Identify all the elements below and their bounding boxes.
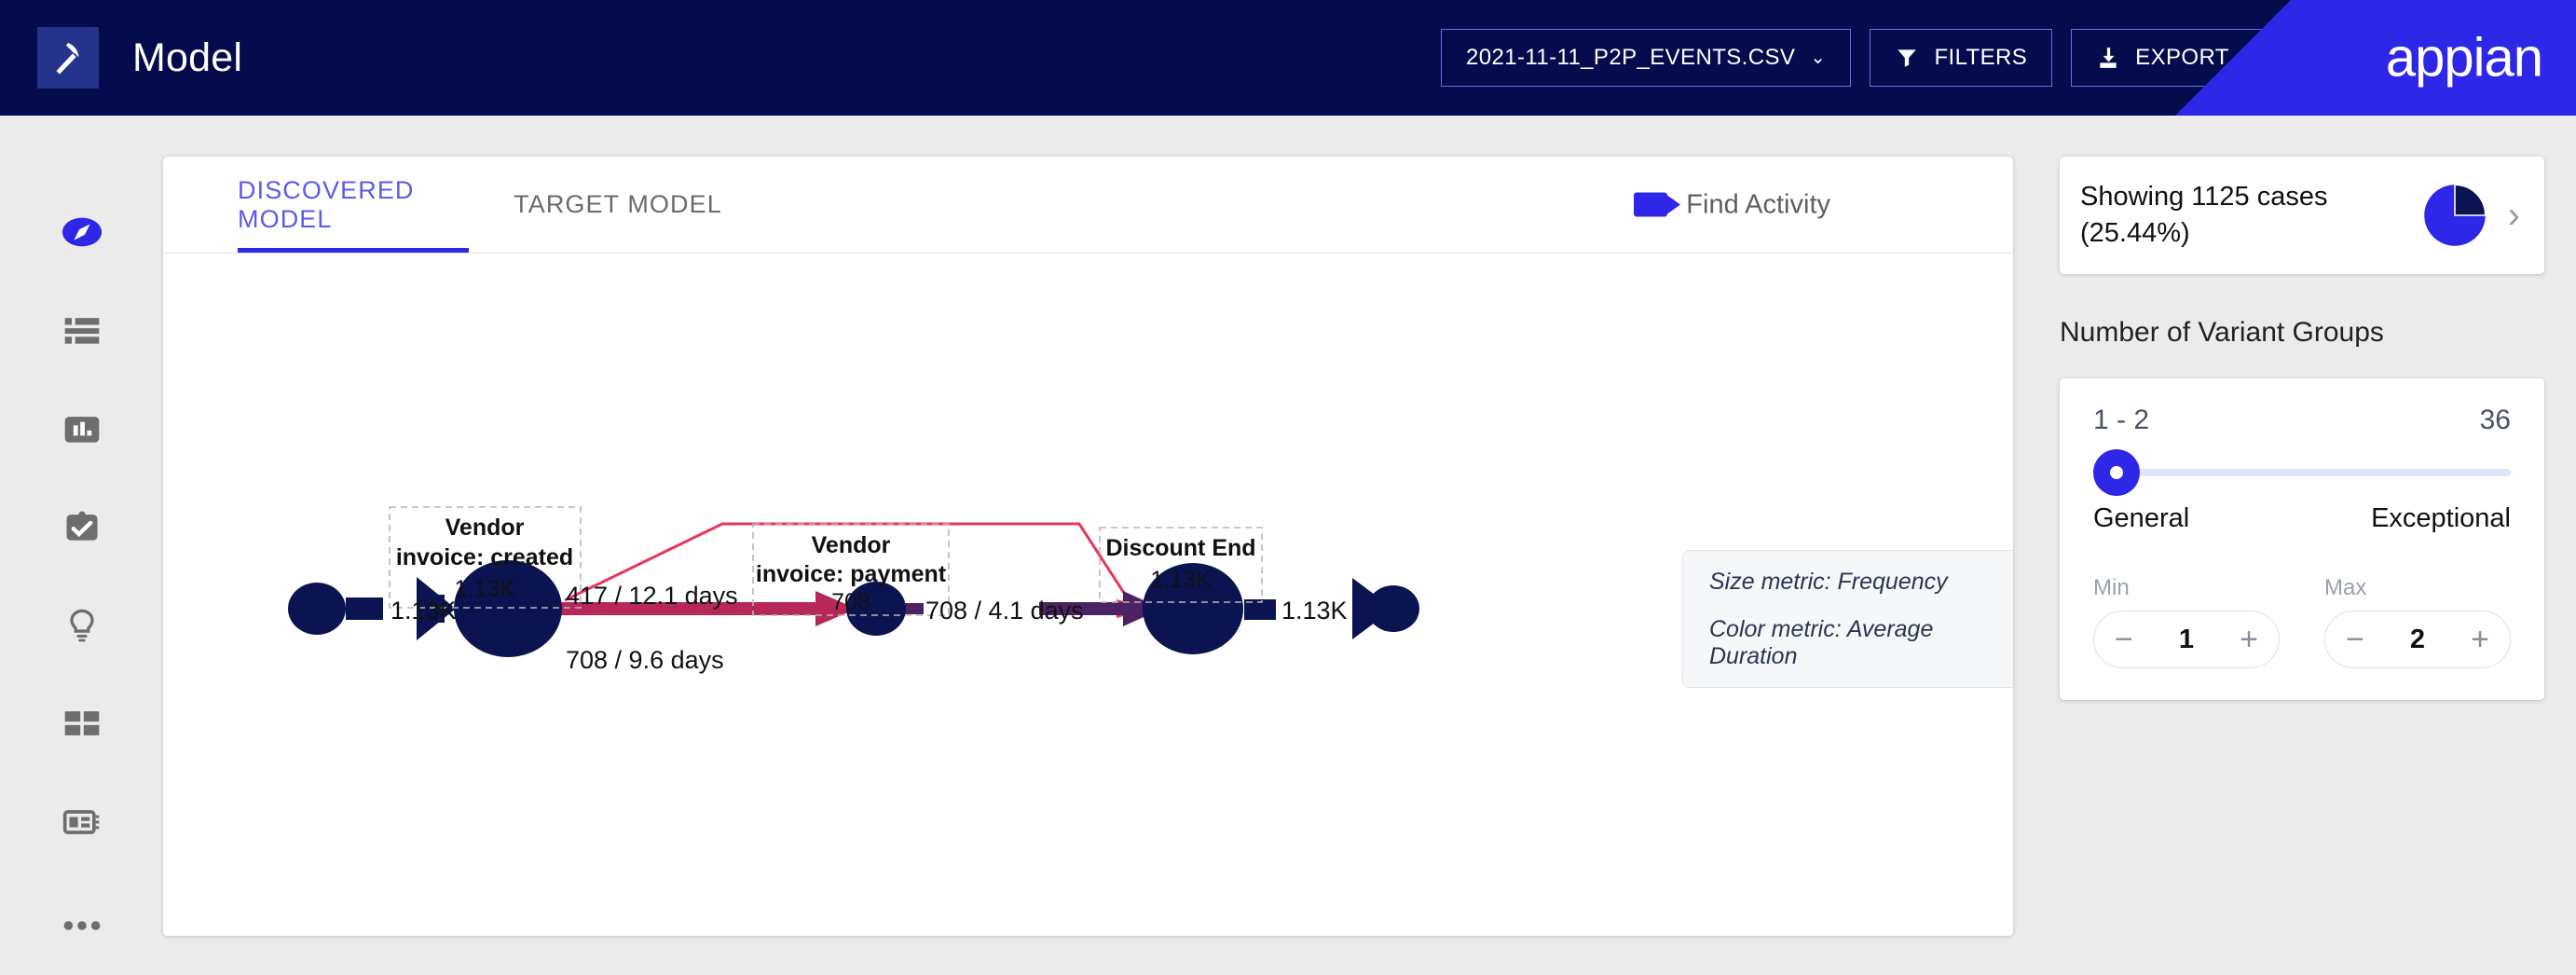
- slider-track[interactable]: [2099, 469, 2511, 476]
- node-start[interactable]: [288, 583, 346, 635]
- cases-line-1: Showing 1125 cases: [2080, 181, 2328, 212]
- node-title-created-line1: Vendor: [445, 515, 525, 541]
- sidebar-item-analytics[interactable]: [30, 379, 134, 478]
- filters-button[interactable]: FILTERS: [1870, 29, 2053, 87]
- clipboard-check-icon: [66, 511, 97, 541]
- color-metric-text: Color metric: Average Duration: [1709, 615, 1934, 669]
- min-max-steppers: Min − 1 + Max − 2 +: [2093, 575, 2511, 668]
- find-activity-label: Find Activity: [1686, 189, 1830, 219]
- min-decrement-button[interactable]: −: [2115, 624, 2133, 655]
- process-model-canvas[interactable]: Vendor invoice: created 1.13K Vendor inv…: [163, 254, 2013, 936]
- edge-label-start: 1.13K: [391, 597, 457, 625]
- node-vendor-invoice-created[interactable]: [454, 560, 562, 657]
- min-stepper[interactable]: − 1 +: [2093, 611, 2280, 668]
- edge-label-417: 417 / 12.1 days: [566, 582, 738, 610]
- slider-max-label: 36: [2479, 405, 2511, 435]
- size-metric-text: Size metric: Frequency: [1709, 568, 1948, 595]
- model-card: DISCOVERED MODEL TARGET MODEL Find Activ…: [163, 157, 2013, 936]
- compass-icon: [62, 217, 102, 247]
- tab-discovered-model-label: DISCOVERED MODEL: [238, 175, 415, 233]
- variant-groups-card: 1 - 2 36 General Exceptional Min − 1 + M…: [2060, 378, 2544, 700]
- logo-text: appian: [2385, 27, 2543, 89]
- tab-discovered-model[interactable]: DISCOVERED MODEL: [238, 157, 469, 253]
- metric-info-box: Size metric: Frequency Color metric: Ave…: [1682, 550, 2013, 688]
- list-icon: [64, 318, 99, 344]
- file-select-label: 2021-11-11_P2P_EVENTS.CSV: [1465, 45, 1796, 70]
- sidebar-item-insights[interactable]: [30, 576, 134, 675]
- dashboard-grid-icon: [64, 711, 99, 736]
- sidebar-item-list[interactable]: [30, 282, 134, 380]
- node-title-discount-end: Discount End: [1105, 535, 1255, 561]
- bar-chart-icon: [64, 416, 99, 443]
- node-end[interactable]: [1367, 585, 1419, 632]
- slider-right-label: Exceptional: [2371, 503, 2511, 533]
- node-title-payment-line1: Vendor: [812, 532, 891, 558]
- card-layout-icon: [62, 809, 99, 834]
- variant-groups-title: Number of Variant Groups: [2060, 317, 2384, 348]
- slider-left-label: General: [2093, 503, 2190, 533]
- sidebar-item-discover[interactable]: [30, 183, 134, 282]
- edge-label-708-96: 708 / 9.6 days: [566, 646, 724, 674]
- app-icon: [37, 27, 99, 89]
- sidebar-item-dashboard[interactable]: [30, 675, 134, 774]
- lightbulb-icon: [69, 609, 94, 642]
- find-activity-button[interactable]: Find Activity: [1634, 189, 1830, 220]
- sidebar-item-conformance[interactable]: [30, 478, 134, 577]
- chevron-right-icon: ›: [2507, 194, 2520, 236]
- right-panel: Showing 1125 cases (25.44%) › Number of …: [2060, 157, 2544, 700]
- min-increment-button[interactable]: +: [2240, 624, 2258, 655]
- download-icon: [2100, 48, 2117, 68]
- max-value: 2: [2409, 624, 2426, 654]
- max-decrement-button[interactable]: −: [2346, 624, 2364, 655]
- left-nav-rail: [0, 116, 163, 975]
- variant-groups-slider[interactable]: [2093, 444, 2511, 498]
- edge-label-end: 1.13K: [1281, 597, 1348, 625]
- file-select-dropdown[interactable]: 2021-11-11_P2P_EVENTS.CSV ⌄: [1440, 29, 1852, 87]
- tab-target-model[interactable]: TARGET MODEL: [502, 157, 733, 253]
- max-stepper[interactable]: − 2 +: [2324, 611, 2511, 668]
- hammer-icon: [56, 43, 79, 75]
- chevron-down-icon: ⌄: [1810, 48, 1827, 68]
- cases-pie-chart: [2423, 184, 2487, 246]
- slider-current-range: 1 - 2: [2093, 405, 2150, 435]
- cases-line-2: (25.44%): [2080, 218, 2190, 248]
- min-value: 1: [2178, 624, 2195, 654]
- node-count-payment: 708: [831, 589, 870, 615]
- slider-end-labels: General Exceptional: [2093, 503, 2511, 534]
- more-dots-icon: [63, 921, 100, 931]
- edge-start-stub: [346, 597, 383, 620]
- edge-label-708-41: 708 / 4.1 days: [925, 597, 1084, 625]
- max-stepper-group: Max − 2 +: [2324, 575, 2511, 668]
- showing-cases-card[interactable]: Showing 1125 cases (25.44%) ›: [2060, 157, 2544, 274]
- video-camera-icon: [1634, 192, 1681, 217]
- min-stepper-group: Min − 1 +: [2093, 575, 2280, 668]
- node-title-created-line2: invoice: created: [396, 544, 573, 570]
- sidebar-item-more[interactable]: [30, 877, 134, 975]
- node-count-created: 1.13K: [454, 576, 515, 602]
- node-count-discount-end: 1.13K: [1150, 567, 1212, 593]
- max-increment-button[interactable]: +: [2471, 624, 2489, 655]
- filter-icon: [1898, 49, 1917, 67]
- node-title-payment-line2: invoice: payment: [756, 561, 947, 587]
- max-label: Max: [2324, 575, 2367, 600]
- slider-range-labels: 1 - 2 36: [2093, 405, 2511, 436]
- slider-thumb[interactable]: [2093, 449, 2140, 496]
- tab-target-model-label: TARGET MODEL: [514, 190, 722, 218]
- page-title: Model: [132, 34, 243, 80]
- tab-bar: DISCOVERED MODEL TARGET MODEL Find Activ…: [163, 157, 2013, 254]
- min-label: Min: [2093, 575, 2130, 600]
- cases-text: Showing 1125 cases (25.44%): [2080, 179, 2418, 252]
- app-header: Model 2021-11-11_P2P_EVENTS.CSV ⌄ FILTER…: [0, 0, 2576, 116]
- filters-label: FILTERS: [1934, 45, 2028, 70]
- sidebar-item-cards[interactable]: [30, 773, 134, 872]
- brand-logo: appian: [2175, 0, 2576, 116]
